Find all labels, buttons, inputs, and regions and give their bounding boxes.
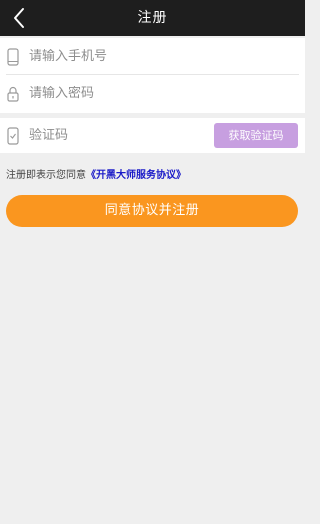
code-row: 获取验证码 bbox=[0, 118, 305, 153]
agreement-text: 注册即表示您同意《开黑大师服务协议》 bbox=[6, 166, 186, 181]
code-input[interactable] bbox=[29, 128, 179, 143]
mobile-code-icon bbox=[6, 126, 20, 145]
agreement-prefix: 注册即表示您同意 bbox=[6, 170, 86, 181]
nav-bar: 注册 bbox=[0, 0, 305, 36]
page-title: 注册 bbox=[137, 10, 168, 26]
phone-row bbox=[0, 38, 305, 75]
lock-icon bbox=[6, 85, 20, 103]
phone-icon bbox=[6, 47, 20, 66]
credentials-form bbox=[0, 38, 305, 113]
phone-input[interactable] bbox=[29, 49, 199, 64]
verification-form: 获取验证码 bbox=[0, 118, 305, 153]
service-agreement-link[interactable]: 《开黑大师服务协议》 bbox=[86, 170, 186, 181]
password-row bbox=[0, 75, 305, 112]
password-input[interactable] bbox=[29, 86, 199, 101]
get-code-button[interactable]: 获取验证码 bbox=[214, 123, 298, 148]
agree-and-register-button[interactable]: 同意协议并注册 bbox=[6, 195, 298, 227]
